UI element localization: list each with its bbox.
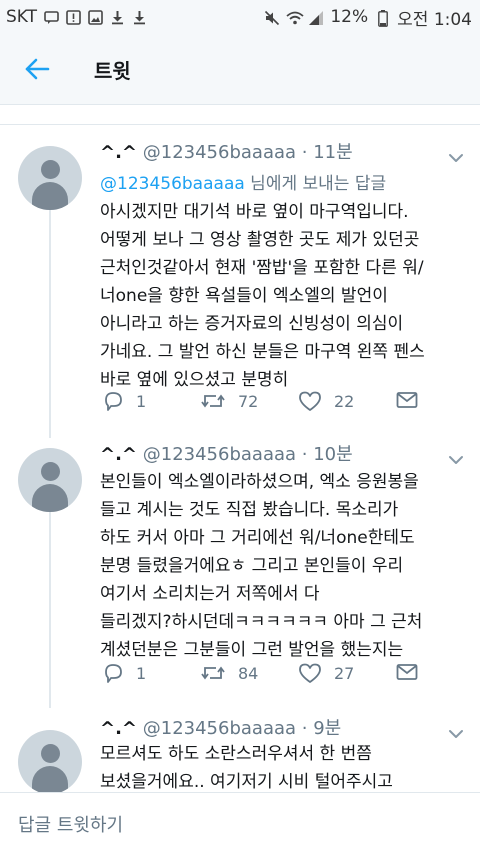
tweet-header: ^.^ @123456baaaaa · 11분	[100, 140, 353, 166]
mute-icon	[264, 10, 280, 25]
avatar[interactable]	[18, 448, 82, 512]
reply-context: @123456baaaaa 님에게 보내는 답글	[100, 174, 387, 194]
reply-icon	[105, 664, 122, 683]
chat-icon	[44, 10, 59, 25]
reply-composer[interactable]: 답글 트윗하기	[0, 792, 480, 854]
status-bar: SKT 12% 오전 1:04	[0, 0, 480, 34]
tweet-line: 분명 들렸을거에요ㅎ 그리고 본인들이 우리	[100, 556, 404, 576]
retweet-icon	[201, 394, 225, 408]
download-icon	[110, 10, 125, 25]
tweet-line: 아시겠지만 대기석 바로 옆이 마구역입니다.	[100, 202, 409, 222]
tweet-actions: 1 72 22	[100, 390, 460, 420]
tweet-line: 아니라고 하는 증거자료의 신빙성이 의심이	[100, 314, 404, 334]
tweet-text: @123456baaaaa 님에게 보내는 답글 아시겠지만 대기석 바로 옆이…	[100, 170, 470, 394]
app-bar: 트윗	[0, 34, 480, 105]
tweet-line: 가네요. 그 발언 하신 분들은 마구역 왼쪽 펜스	[100, 342, 425, 362]
tweet-text: 본인들이 엑소엘이라하셨으며, 엑소 응원봉을 들고 계시는 것도 직접 봤습니…	[100, 468, 470, 664]
display-name[interactable]: ^.^	[100, 718, 137, 739]
display-name[interactable]: ^.^	[100, 444, 137, 465]
divider	[0, 124, 480, 125]
tweet[interactable]: ^.^ @123456baaaaa · 9분 모르셔도 하도 소란스러우셔서 한…	[0, 716, 480, 792]
tweet-actions: 1 84 27	[100, 662, 460, 692]
share-button[interactable]	[396, 390, 418, 410]
like-button[interactable]: 27	[298, 662, 354, 684]
avatar[interactable]	[18, 146, 82, 210]
carrier-label: SKT	[6, 7, 38, 27]
avatar[interactable]	[18, 730, 82, 792]
reply-button[interactable]: 1	[102, 390, 146, 412]
tweet-line: 본인들이 엑소엘이라하셨으며, 엑소 응원봉을	[100, 472, 419, 492]
timestamp: · 11분	[301, 142, 353, 163]
like-button[interactable]: 22	[298, 390, 354, 412]
image-icon	[88, 9, 103, 25]
like-count: 27	[334, 663, 355, 683]
handle[interactable]: @123456baaaaa	[143, 444, 296, 465]
display-name[interactable]: ^.^	[100, 142, 137, 163]
tweet-line: 어떻게 보나 그 영상 촬영한 곳도 제가 있던곳	[100, 230, 420, 250]
clock: 오전 1:04	[397, 9, 472, 30]
signal-icon	[308, 10, 324, 25]
alert-icon	[66, 9, 81, 25]
tweet-header: ^.^ @123456baaaaa · 9분	[100, 716, 341, 742]
mention-link[interactable]: @123456baaaaa	[100, 174, 245, 194]
handle[interactable]: @123456baaaaa	[143, 142, 296, 163]
back-button[interactable]	[0, 34, 74, 104]
tweet-line: 하도 커서 아마 그 거리에선 워/너one한테도	[100, 528, 415, 548]
tweet-text: 모르셔도 하도 소란스러우셔서 한 번쯤 보셨을거에요.. 여기저기 시비 털어…	[100, 740, 470, 792]
tweet-line: 들고 계시는 것도 직접 봤습니다. 목소리가	[100, 500, 399, 520]
handle[interactable]: @123456baaaaa	[143, 718, 296, 739]
arrow-left-icon	[25, 58, 50, 80]
tweet-line: 너one을 향한 욕설들이 엑소엘의 발언이	[100, 286, 388, 306]
heart-icon	[299, 663, 321, 683]
page-title: 트윗	[94, 58, 131, 83]
like-count: 22	[334, 391, 355, 411]
tweet-line: 여기서 소리치는거 저쪽에서 다	[100, 584, 320, 604]
timestamp: · 10분	[301, 444, 353, 465]
download-icon	[132, 10, 147, 25]
retweet-button[interactable]: 72	[200, 390, 258, 412]
chevron-down-icon[interactable]	[446, 148, 466, 168]
reply-button[interactable]: 1	[102, 662, 146, 684]
retweet-icon	[201, 666, 225, 680]
heart-icon	[299, 391, 321, 411]
reply-icon	[105, 392, 122, 411]
retweet-button[interactable]: 84	[200, 662, 258, 684]
tweet[interactable]: ^.^ @123456baaaaa · 10분 본인들이 엑소엘이라하셨으며, …	[0, 442, 480, 712]
mail-icon	[396, 392, 418, 408]
reply-input[interactable]: 답글 트윗하기	[18, 811, 123, 837]
chevron-down-icon[interactable]	[446, 450, 466, 470]
retweet-count: 72	[238, 391, 259, 411]
tweet-line: 모르셔도 하도 소란스러우셔서 한 번쯤	[100, 744, 372, 764]
reply-count: 1	[136, 391, 147, 411]
retweet-count: 84	[238, 663, 259, 683]
reply-count: 1	[136, 663, 147, 683]
battery-icon	[375, 9, 390, 27]
tweet-header: ^.^ @123456baaaaa · 10분	[100, 442, 353, 468]
tweet-line: 들리겠지?하시던데ㅋㅋㅋㅋㅋㅋ 아마 그 근처	[100, 612, 423, 632]
mail-icon	[396, 664, 418, 680]
timestamp: · 9분	[301, 718, 342, 739]
wifi-icon	[286, 10, 304, 25]
tweet-line: 근처인것같아서 현재 '짬밥'을 포함한 다른 워/	[100, 258, 424, 278]
share-button[interactable]	[396, 662, 418, 682]
battery-percent: 12%	[330, 7, 369, 27]
tweet-line: 보셨을거에요.. 여기저기 시비 털어주시고	[100, 772, 393, 792]
tweet[interactable]: ^.^ @123456baaaaa · 11분 @123456baaaaa 님에…	[0, 140, 480, 430]
tweet-line: 계셨던분은 그분들이 그런 발언을 했는지는	[100, 640, 404, 660]
